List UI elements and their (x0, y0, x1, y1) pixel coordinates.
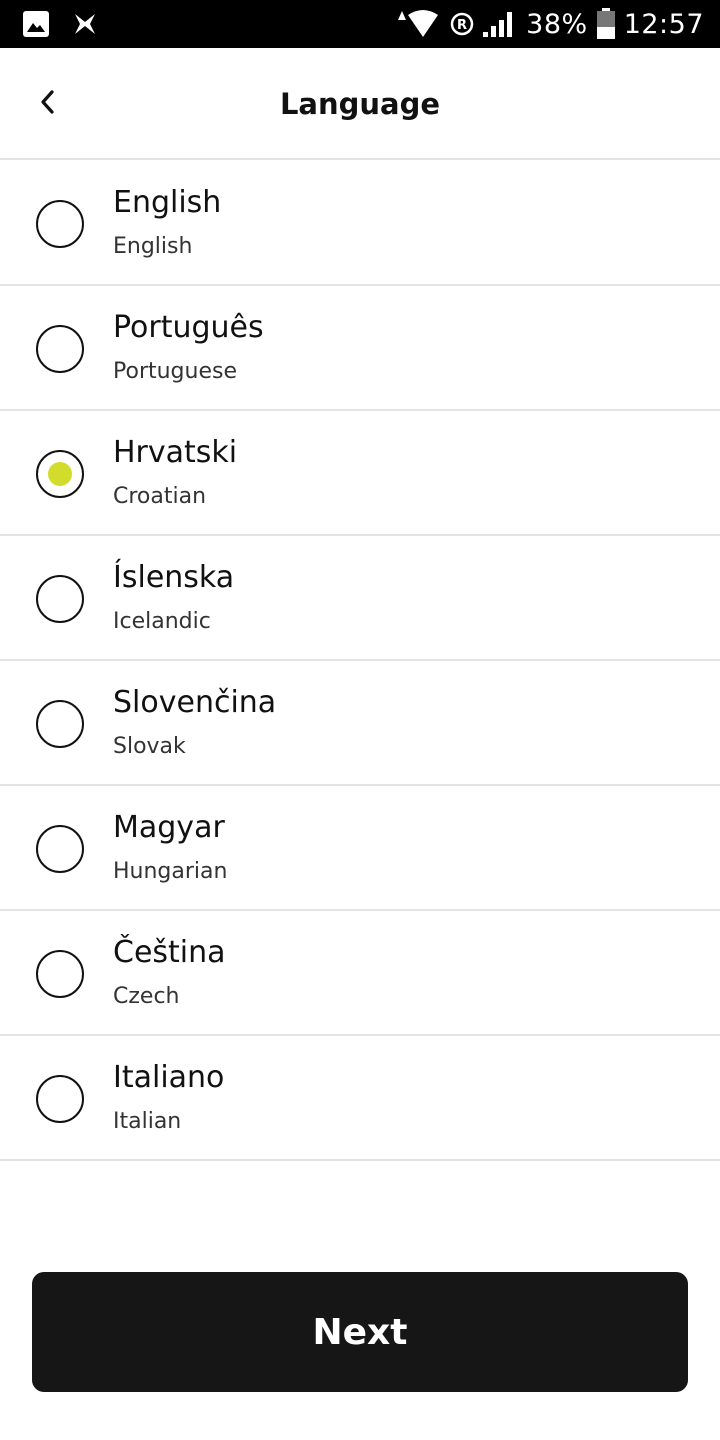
language-name: Italiano (113, 1060, 225, 1095)
status-bar: R 38% 12:57 (0, 0, 720, 48)
radio-button[interactable] (36, 825, 84, 873)
radio-button[interactable] (36, 950, 84, 998)
app-notification-icon (72, 11, 98, 37)
page-title: Language (279, 87, 441, 121)
language-name: Hrvatski (113, 435, 238, 470)
status-bar-right: R 38% 12:57 (396, 0, 704, 48)
registered-icon: R (450, 12, 474, 36)
language-name: Português (113, 310, 264, 345)
back-button[interactable] (24, 80, 72, 128)
chevron-left-icon (38, 89, 58, 119)
wifi-icon (396, 9, 442, 39)
language-english-name: Icelandic (113, 609, 211, 634)
language-name: Čeština (113, 935, 226, 970)
radio-button[interactable] (36, 325, 84, 373)
signal-icon (482, 10, 518, 38)
language-option-czech[interactable]: Čeština Czech (0, 911, 720, 1036)
language-english-name: Czech (113, 984, 180, 1009)
radio-selected-dot (48, 462, 72, 486)
language-option-english[interactable]: English English (0, 161, 720, 286)
language-option-italian[interactable]: Italiano Italian (0, 1036, 720, 1161)
radio-button[interactable] (36, 700, 84, 748)
language-english-name: Hungarian (113, 859, 228, 884)
language-english-name: Portuguese (113, 359, 237, 384)
language-option-portuguese[interactable]: Português Portuguese (0, 286, 720, 411)
language-english-name: Italian (113, 1109, 182, 1134)
language-english-name: Slovak (113, 734, 186, 759)
language-english-name: Croatian (113, 484, 207, 509)
language-name: Slovenčina (113, 685, 277, 720)
language-option-slovak[interactable]: Slovenčina Slovak (0, 661, 720, 786)
svg-text:R: R (457, 18, 467, 33)
radio-button[interactable] (36, 575, 84, 623)
gallery-icon (22, 10, 50, 38)
radio-button[interactable] (36, 450, 84, 498)
language-name: Íslenska (113, 560, 235, 595)
language-list: English English Português Portuguese Hrv… (0, 161, 720, 1161)
language-option-croatian[interactable]: Hrvatski Croatian (0, 411, 720, 536)
language-name: Magyar (113, 810, 225, 845)
language-option-hungarian[interactable]: Magyar Hungarian (0, 786, 720, 911)
battery-icon (596, 8, 616, 40)
battery-percent: 38% (526, 8, 588, 40)
status-time: 12:57 (623, 8, 704, 40)
radio-button[interactable] (36, 1075, 84, 1123)
language-english-name: English (113, 234, 193, 259)
header: Language (0, 48, 720, 160)
status-bar-left (22, 9, 98, 39)
language-name: English (113, 185, 222, 220)
next-button[interactable]: Next (32, 1272, 688, 1392)
language-option-icelandic[interactable]: Íslenska Icelandic (0, 536, 720, 661)
radio-button[interactable] (36, 200, 84, 248)
